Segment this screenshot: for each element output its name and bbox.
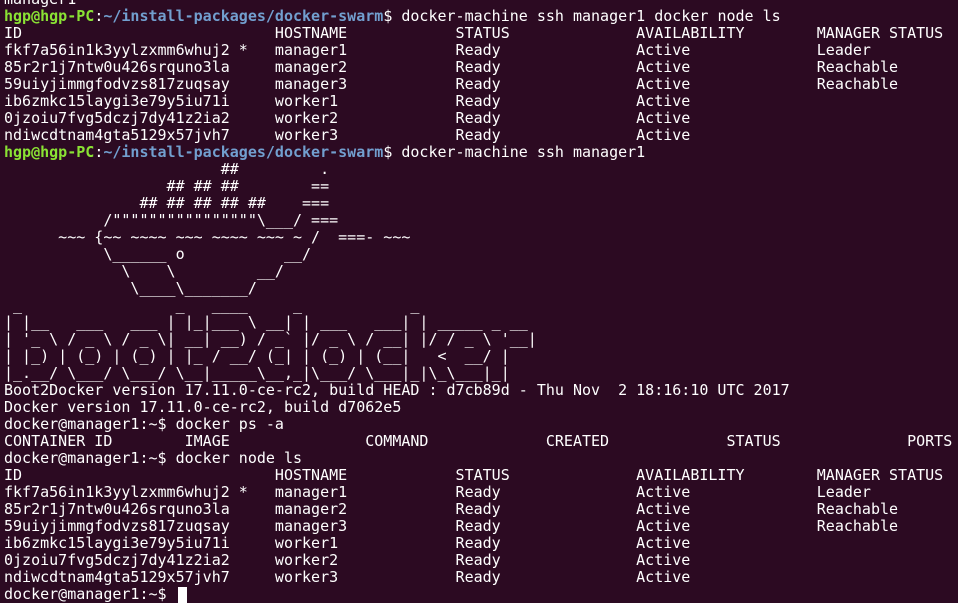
output-line: ## . <box>4 161 330 178</box>
output-line: | |_) | (_) | (_) | |_ / __/ (_| | (_) |… <box>4 348 510 365</box>
output-line: 59uiyjimmgfodvzs817zuqsay manager3 Ready… <box>4 76 899 93</box>
output-line: ## ## ## == <box>4 178 330 195</box>
output-line: ID HOSTNAME STATUS AVAILABILITY MANAGER … <box>4 25 944 42</box>
prompt-command: $ docker-machine ssh manager1 docker nod… <box>383 8 781 25</box>
terminal-output: manager1hgp@hgp-PC:~/install-packages/do… <box>4 0 958 603</box>
output-line: ib6zmkc15laygi3e79y5iu71i worker1 Ready … <box>4 535 691 552</box>
shell-prompt: docker@manager1:~$ <box>4 586 176 603</box>
output-line: 59uiyjimmgfodvzs817zuqsay manager3 Ready… <box>4 518 899 535</box>
prompt-user-host: hgp@hgp-PC <box>4 8 95 25</box>
output-line: ID HOSTNAME STATUS AVAILABILITY MANAGER … <box>4 467 944 484</box>
output-line: Boot2Docker version 17.11.0-ce-rc2, buil… <box>4 382 790 399</box>
terminal-window[interactable]: manager1hgp@hgp-PC:~/install-packages/do… <box>0 0 958 603</box>
prompt-separator: : <box>94 8 104 25</box>
output-line: fkf7a56in1k3yylzxmm6whuj2 * manager1 Rea… <box>4 42 871 59</box>
output-line: ib6zmkc15laygi3e79y5iu71i worker1 Ready … <box>4 93 691 110</box>
output-line: ndiwcdtnam4gta5129x57jvh7 worker3 Ready … <box>4 569 691 586</box>
output-line: \______ o __/ <box>4 246 312 263</box>
prompt-separator: : <box>94 144 104 161</box>
output-line: 0jzoiu7fvg5dczj7dy41z2ia2 worker2 Ready … <box>4 552 691 569</box>
output-line: CONTAINER ID IMAGE COMMAND CREATED STATU… <box>4 433 953 450</box>
output-line: Docker version 17.11.0-ce-rc2, build d70… <box>4 399 402 416</box>
output-line: ndiwcdtnam4gta5129x57jvh7 worker3 Ready … <box>4 127 691 144</box>
output-line: 0jzoiu7fvg5dczj7dy41z2ia2 worker2 Ready … <box>4 110 691 127</box>
output-line: \____\_______/ <box>4 280 257 297</box>
output-line: docker@manager1:~$ docker ps -a <box>4 416 284 433</box>
output-line: fkf7a56in1k3yylzxmm6whuj2 * manager1 Rea… <box>4 484 871 501</box>
prompt-path: ~/install-packages/docker-swarm <box>103 8 384 25</box>
output-line: | |__ ___ ___ | |_|___ \ __| | ___ ___| … <box>4 314 528 331</box>
prompt-user-host: hgp@hgp-PC <box>4 144 95 161</box>
output-line: | '_ \ / _ \ / _ \| __| __) / _` |/ _ \ … <box>4 331 537 348</box>
output-line: ## ## ## ## ## === <box>4 195 330 212</box>
prompt-path: ~/install-packages/docker-swarm <box>103 144 384 161</box>
output-line: /""""""""""""""""\___/ === <box>4 212 339 229</box>
output-line: docker@manager1:~$ docker node ls <box>4 450 303 467</box>
output-line: ~~~ {~~ ~~~~ ~~~ ~~~~ ~~~ ~ / ===- ~~~ <box>4 229 411 246</box>
output-line: \ \ __/ <box>4 263 284 280</box>
output-line: 85r2r1j7ntw0u426srquno3la manager2 Ready… <box>4 59 899 76</box>
host-prompt-line: hgp@hgp-PC:~/install-packages/docker-swa… <box>4 144 958 161</box>
output-line: 85r2r1j7ntw0u426srquno3la manager2 Ready… <box>4 501 899 518</box>
prompt-command: $ docker-machine ssh manager1 <box>383 144 646 161</box>
output-line: _ _ ____ _ _ <box>4 297 420 314</box>
output-line: |_.__/ \___/ \___/ \__|_____\__,_|\___/ … <box>4 365 510 382</box>
output-line: manager1 <box>4 0 958 8</box>
active-prompt-line: docker@manager1:~$ <box>4 586 958 603</box>
text-cursor[interactable] <box>177 587 187 603</box>
host-prompt-line: hgp@hgp-PC:~/install-packages/docker-swa… <box>4 8 958 25</box>
